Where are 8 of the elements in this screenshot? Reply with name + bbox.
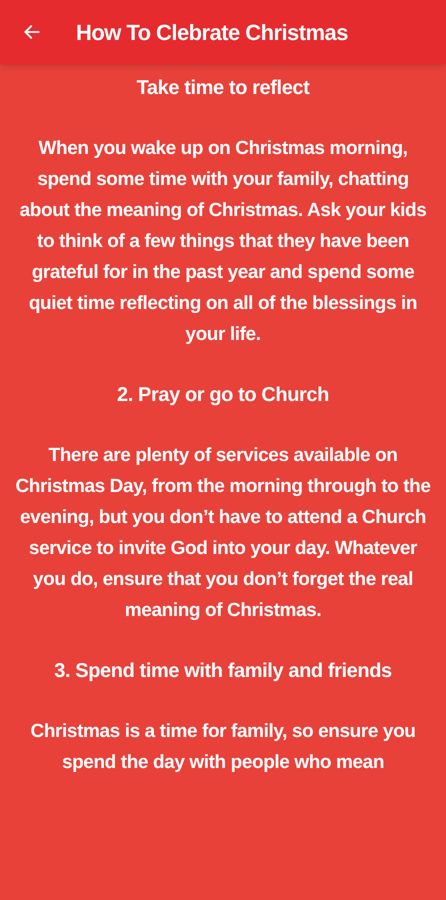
section-heading: Take time to reflect	[136, 76, 310, 101]
paragraph: Christmas is a time for family, so ensure you spend the day with people who mean	[30, 720, 416, 775]
section-heading: 3. Spend time with family and friends	[53, 659, 393, 684]
app-bar-title: How To Clebrate Christmas	[76, 18, 348, 46]
back-arrow-icon	[22, 22, 42, 42]
paragraph: There are plenty of services available on Christmas Day, from the morning through to the evening, but you don’t have to attend a Church service to invite God into your day. Whatever you do, ensure that you don’t forget the real meaning of Christmas.	[14, 444, 432, 623]
paragraph: When you wake up on Christmas morning, spend some time with your family, chatting about the meaning of Christmas. Ask your kids to think of a few things that they have been grateful for in the past year and spend some quiet time reflecting on all of the blessings in your life.	[18, 137, 428, 347]
section-heading: 2. Pray or go to Church	[116, 383, 330, 408]
